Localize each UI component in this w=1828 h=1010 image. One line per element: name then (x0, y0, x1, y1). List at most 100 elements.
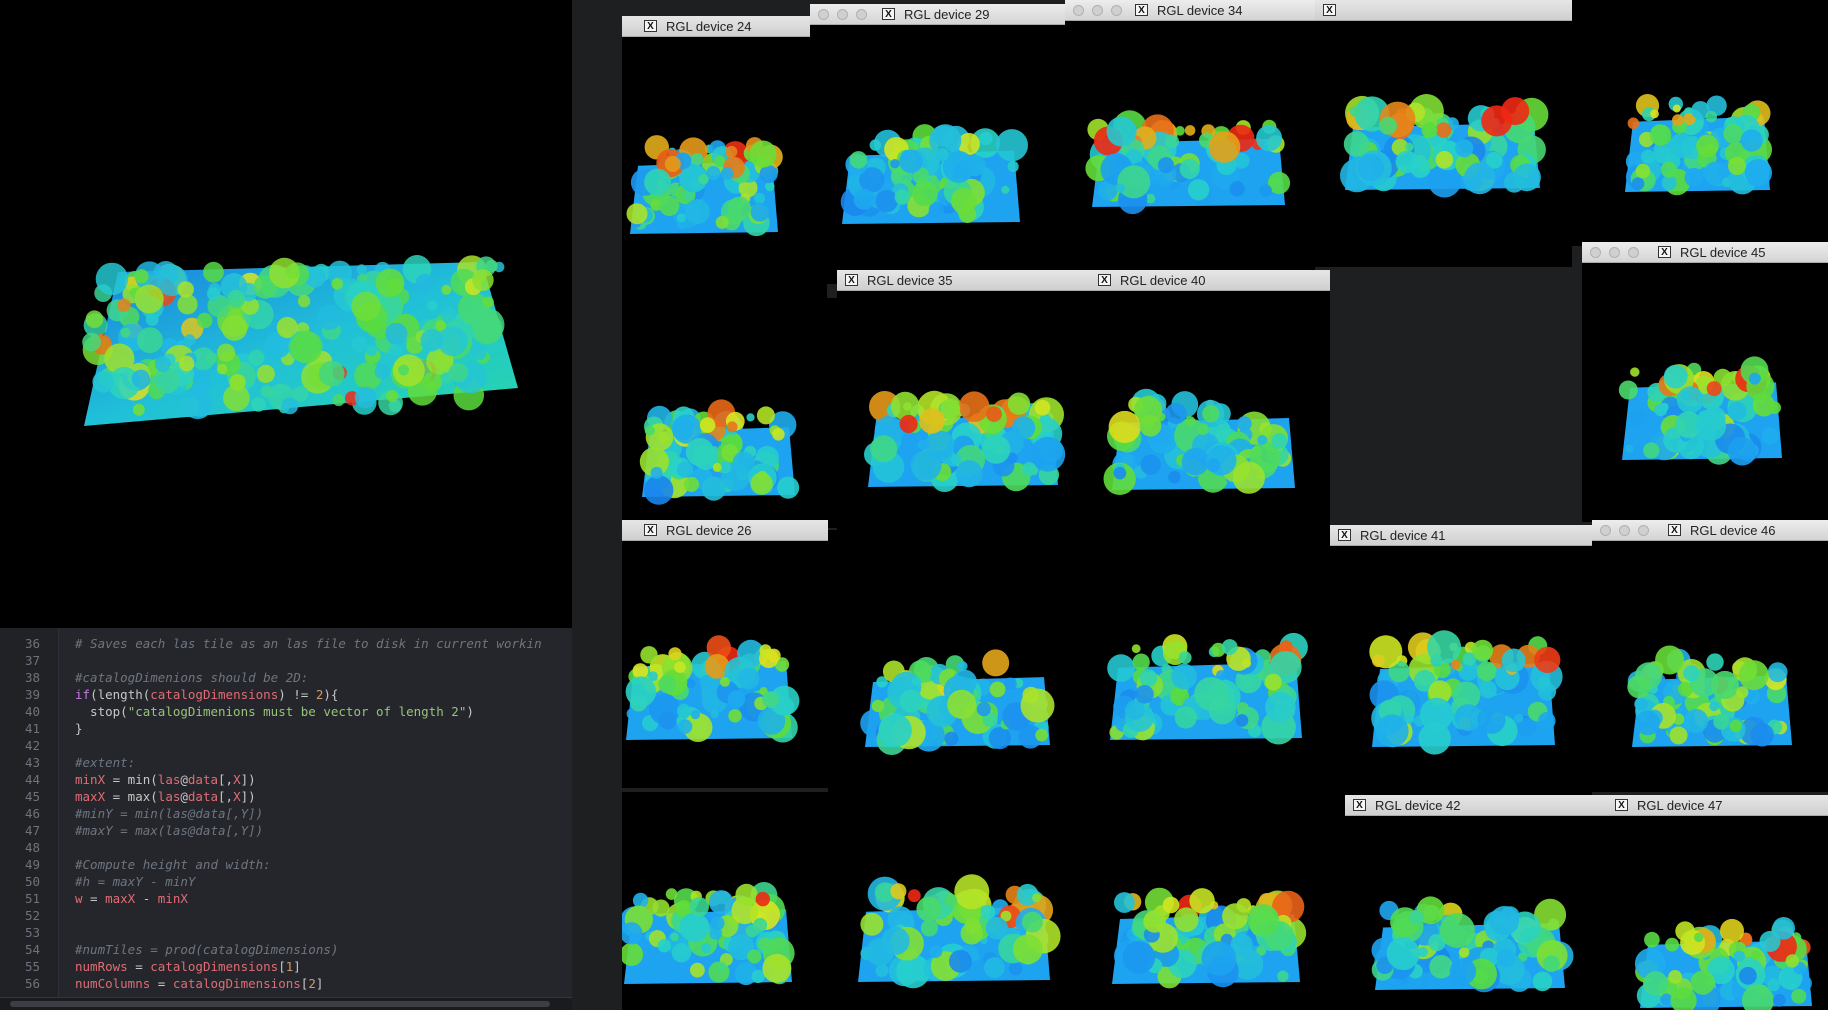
rgl-device-window[interactable]: X RGL device 42 (1345, 795, 1607, 1010)
close-button[interactable] (1590, 247, 1601, 258)
code-token: catalogDimensions (150, 959, 279, 974)
rgl-device-window[interactable] (622, 792, 828, 1010)
close-button[interactable] (1600, 525, 1611, 536)
rgl-canvas[interactable] (1090, 792, 1345, 1010)
minimize-button[interactable] (837, 9, 848, 20)
code-line[interactable]: 45 maxX = max(las@data[,X]) (0, 788, 572, 805)
rgl-device-window[interactable]: X RGL device 29 (810, 4, 1065, 284)
tree-crown (917, 439, 928, 450)
rgl-device-window[interactable] (622, 298, 837, 528)
rgl-canvas[interactable] (622, 16, 827, 298)
rgl-canvas[interactable] (1315, 0, 1572, 267)
window-titlebar[interactable]: X (1315, 0, 1572, 21)
main-point-cloud[interactable] (0, 0, 572, 628)
code-line[interactable]: 39 if(length(catalogDimensions) != 2){ (0, 686, 572, 703)
code-line[interactable]: 36 # Saves each las tile as an las file t… (0, 635, 572, 652)
horizontal-scrollbar[interactable] (0, 997, 572, 1010)
code-line[interactable]: 37 (0, 652, 572, 669)
code-line[interactable]: 56 numColumns = catalogDimensions[2] (0, 975, 572, 992)
code-line[interactable]: 40 stop("catalogDimenions must be vector… (0, 703, 572, 720)
rgl-canvas[interactable] (1592, 520, 1828, 792)
window-titlebar[interactable]: X RGL device 26 (622, 520, 828, 541)
rgl-canvas[interactable] (1582, 242, 1828, 522)
code-line[interactable]: 54 #numTiles = prod(catalogDimensions) (0, 941, 572, 958)
rgl-canvas[interactable] (1330, 525, 1592, 797)
code-line[interactable]: 49 #Compute height and width: (0, 856, 572, 873)
window-titlebar[interactable]: X RGL device 29 (810, 4, 1065, 25)
rgl-device-window[interactable] (828, 530, 1090, 792)
rgl-device-window[interactable]: X RGL device 40 (1090, 270, 1330, 542)
window-titlebar[interactable]: X RGL device 45 (1582, 242, 1828, 263)
code-line[interactable]: 51 w = maxX - minX (0, 890, 572, 907)
rgl-canvas[interactable] (828, 530, 1090, 792)
rgl-device-window[interactable]: X RGL device 47 (1607, 795, 1828, 1010)
close-button[interactable] (818, 9, 829, 20)
scrollbar-thumb[interactable] (10, 1001, 550, 1007)
zoom-button[interactable] (1628, 247, 1639, 258)
window-titlebar[interactable]: X RGL device 34 (1065, 0, 1315, 21)
code-line[interactable]: 52 (0, 907, 572, 924)
tree-crown (1201, 941, 1237, 976)
rgl-device-window[interactable]: X RGL device 34 (1065, 0, 1315, 283)
rgl-device-window[interactable]: X (1315, 0, 1572, 267)
rgl-canvas[interactable] (1090, 542, 1335, 792)
tree-crown (1489, 906, 1520, 936)
tree-crown (1174, 907, 1199, 932)
rgl-device-window[interactable]: X RGL device 41 (1330, 525, 1592, 797)
code-line[interactable]: 48 (0, 839, 572, 856)
code-line[interactable]: 38 #catalogDimenions should be 2D: (0, 669, 572, 686)
code-line[interactable]: 41} (0, 720, 572, 737)
code-editor[interactable]: 36 # Saves each las tile as an las file t… (0, 628, 572, 1010)
code-line[interactable]: 55 numRows = catalogDimensions[1] (0, 958, 572, 975)
rgl-device-window[interactable]: X RGL device 24 (622, 16, 827, 298)
rgl-canvas[interactable] (1607, 795, 1828, 1010)
rgl-device-window[interactable]: X RGL device 46 (1592, 520, 1828, 792)
code-line[interactable]: 47 #maxY = max(las@data[,Y]) (0, 822, 572, 839)
rgl-canvas[interactable] (622, 792, 828, 1010)
rgl-device-window[interactable] (1090, 792, 1345, 1010)
rgl-canvas[interactable] (622, 520, 828, 788)
zoom-button[interactable] (856, 9, 867, 20)
point-cloud-canopy (1627, 645, 1792, 747)
rgl-device-window[interactable] (828, 792, 1090, 1010)
rgl-device-window[interactable]: X RGL device 26 (622, 520, 828, 788)
minimize-button[interactable] (1092, 5, 1103, 16)
zoom-button[interactable] (1111, 5, 1122, 16)
tree-crown (984, 957, 1005, 978)
zoom-button[interactable] (1638, 525, 1649, 536)
rgl-canvas[interactable] (837, 270, 1090, 530)
rgl-canvas[interactable] (1090, 270, 1330, 542)
window-titlebar[interactable]: X RGL device 46 (1592, 520, 1828, 541)
window-titlebar[interactable]: X RGL device 40 (1090, 270, 1330, 291)
window-titlebar[interactable]: X RGL device 47 (1607, 795, 1828, 816)
code-token: catalogDimensions (150, 687, 279, 702)
code-line[interactable]: 50 #h = maxY - minY (0, 873, 572, 890)
code-line[interactable]: 44 minX = min(las@data[,X]) (0, 771, 572, 788)
code-line[interactable]: 46 #minY = min(las@data[,Y]) (0, 805, 572, 822)
main-rgl-view[interactable] (0, 0, 572, 628)
close-button[interactable] (1073, 5, 1084, 16)
rgl-device-window[interactable] (1090, 542, 1335, 792)
rgl-device-window[interactable]: X RGL device 35 (837, 270, 1090, 530)
code-line[interactable]: 43 #extent: (0, 754, 572, 771)
code-line[interactable]: 53 (0, 924, 572, 941)
code-token: maxX (75, 789, 106, 804)
tree-crown (1194, 677, 1228, 711)
rgl-canvas[interactable] (1065, 0, 1315, 283)
window-titlebar[interactable]: X RGL device 35 (837, 270, 1090, 291)
rgl-device-window[interactable] (1572, 0, 1828, 246)
minimize-button[interactable] (1609, 247, 1620, 258)
code-line[interactable]: 42 (0, 737, 572, 754)
rgl-device-window[interactable]: X RGL device 45 (1582, 242, 1828, 522)
tree-crown (1117, 165, 1151, 199)
minimize-button[interactable] (1619, 525, 1630, 536)
rgl-canvas[interactable] (1345, 795, 1607, 1010)
window-titlebar[interactable]: X RGL device 41 (1330, 525, 1592, 546)
window-titlebar[interactable]: X RGL device 42 (1345, 795, 1607, 816)
rgl-canvas[interactable] (828, 792, 1090, 1010)
rgl-canvas[interactable] (810, 4, 1065, 284)
tree-crown (1696, 410, 1727, 441)
rgl-canvas[interactable] (622, 298, 837, 528)
rgl-canvas[interactable] (1572, 0, 1828, 246)
window-titlebar[interactable]: X RGL device 24 (622, 16, 827, 37)
